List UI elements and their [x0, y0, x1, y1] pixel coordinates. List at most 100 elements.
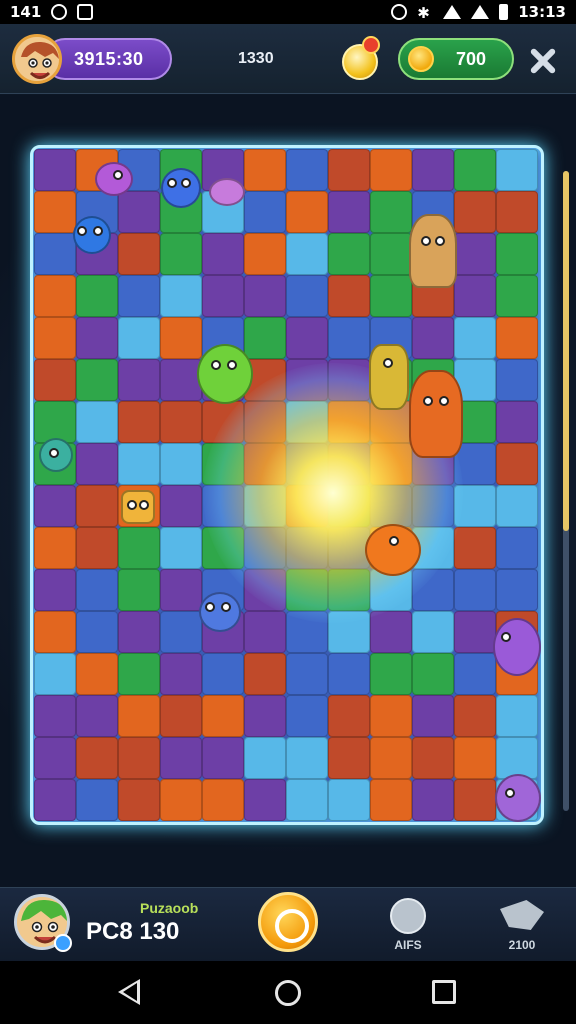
puzzle-tile[interactable]: [412, 737, 454, 779]
puzzle-tile[interactable]: [34, 737, 76, 779]
puzzle-tile[interactable]: [454, 485, 496, 527]
puzzle-tile[interactable]: [118, 569, 160, 611]
puzzle-tile[interactable]: [34, 611, 76, 653]
puzzle-tile[interactable]: [160, 695, 202, 737]
puzzle-tile[interactable]: [286, 695, 328, 737]
puzzle-tile[interactable]: [328, 653, 370, 695]
puzzle-tile[interactable]: [118, 653, 160, 695]
puzzle-tile[interactable]: [34, 485, 76, 527]
puzzle-tile[interactable]: [454, 653, 496, 695]
puzzle-tile[interactable]: [370, 737, 412, 779]
puzzle-tile[interactable]: [76, 485, 118, 527]
puzzle-tile[interactable]: [34, 527, 76, 569]
puzzle-tile[interactable]: [160, 653, 202, 695]
puzzle-tile[interactable]: [76, 275, 118, 317]
puzzle-tile[interactable]: [370, 611, 412, 653]
puzzle-tile[interactable]: [160, 317, 202, 359]
puzzle-board[interactable]: [30, 145, 544, 825]
puzzle-tile[interactable]: [286, 611, 328, 653]
puzzle-tile[interactable]: [328, 191, 370, 233]
purple-creature[interactable]: [495, 774, 541, 822]
puzzle-tile[interactable]: [34, 779, 76, 821]
puzzle-tile[interactable]: [244, 695, 286, 737]
puzzle-tile[interactable]: [34, 149, 76, 191]
puzzle-tile[interactable]: [160, 737, 202, 779]
puzzle-tile[interactable]: [370, 653, 412, 695]
puzzle-tile[interactable]: [160, 569, 202, 611]
puzzle-tile[interactable]: [454, 149, 496, 191]
play-power-button[interactable]: [258, 892, 318, 952]
blue-creature[interactable]: [199, 592, 241, 632]
puzzle-tile[interactable]: [34, 695, 76, 737]
puzzle-tile[interactable]: [412, 695, 454, 737]
puzzle-tile[interactable]: [202, 485, 244, 527]
puzzle-tile[interactable]: [286, 485, 328, 527]
puzzle-tile[interactable]: [286, 149, 328, 191]
puzzle-tile[interactable]: [76, 443, 118, 485]
puzzle-tile[interactable]: [76, 779, 118, 821]
puzzle-tile[interactable]: [286, 275, 328, 317]
puzzle-tile[interactable]: [244, 653, 286, 695]
puzzle-tile[interactable]: [202, 527, 244, 569]
puzzle-tile[interactable]: [76, 359, 118, 401]
coin-balance-pill[interactable]: 700: [398, 38, 514, 80]
puzzle-tile[interactable]: [412, 779, 454, 821]
puzzle-tile[interactable]: [370, 191, 412, 233]
puzzle-tile[interactable]: [328, 149, 370, 191]
puzzle-tile[interactable]: [496, 443, 538, 485]
puzzle-tile[interactable]: [454, 527, 496, 569]
puzzle-tile[interactable]: [286, 569, 328, 611]
puzzle-tile[interactable]: [34, 275, 76, 317]
puzzle-tile[interactable]: [160, 359, 202, 401]
puzzle-tile[interactable]: [496, 149, 538, 191]
puzzle-tile[interactable]: [202, 401, 244, 443]
puzzle-tile[interactable]: [244, 737, 286, 779]
puzzle-tile[interactable]: [286, 527, 328, 569]
orange-fish-creature[interactable]: [365, 524, 421, 576]
teal-creature[interactable]: [39, 438, 73, 472]
puzzle-tile[interactable]: [328, 359, 370, 401]
puzzle-tile[interactable]: [496, 569, 538, 611]
puzzle-tile[interactable]: [328, 695, 370, 737]
puzzle-tile[interactable]: [370, 779, 412, 821]
puzzle-tile[interactable]: [454, 191, 496, 233]
player-avatar[interactable]: [12, 34, 62, 84]
puzzle-tile[interactable]: [496, 275, 538, 317]
rewards-button[interactable]: 2100: [496, 896, 548, 954]
puzzle-tile[interactable]: [160, 611, 202, 653]
puzzle-tile[interactable]: [496, 359, 538, 401]
puzzle-tile[interactable]: [160, 401, 202, 443]
puzzle-tile[interactable]: [118, 191, 160, 233]
close-button[interactable]: [524, 42, 562, 80]
puzzle-tile[interactable]: [370, 149, 412, 191]
puzzle-tile[interactable]: [454, 233, 496, 275]
pink-creature[interactable]: [209, 178, 245, 206]
puzzle-tile[interactable]: [412, 653, 454, 695]
puzzle-tile[interactable]: [34, 359, 76, 401]
puzzle-tile[interactable]: [160, 443, 202, 485]
puzzle-tile[interactable]: [34, 317, 76, 359]
blue-creature[interactable]: [161, 168, 201, 208]
puzzle-tile[interactable]: [202, 443, 244, 485]
puzzle-tile[interactable]: [118, 233, 160, 275]
puzzle-tile[interactable]: [76, 695, 118, 737]
puzzle-tile[interactable]: [454, 569, 496, 611]
puzzle-tile[interactable]: [286, 737, 328, 779]
puzzle-tile[interactable]: [202, 695, 244, 737]
puzzle-tile[interactable]: [244, 485, 286, 527]
puzzle-tile[interactable]: [328, 401, 370, 443]
puzzle-tile[interactable]: [244, 233, 286, 275]
puzzle-tile[interactable]: [412, 611, 454, 653]
puzzle-tile[interactable]: [412, 149, 454, 191]
puzzle-tile[interactable]: [286, 401, 328, 443]
puzzle-tile[interactable]: [118, 611, 160, 653]
puzzle-tile[interactable]: [454, 695, 496, 737]
puzzle-tile[interactable]: [370, 233, 412, 275]
orange-hair-character[interactable]: [409, 370, 463, 458]
puzzle-tile[interactable]: [202, 653, 244, 695]
puzzle-tile[interactable]: [118, 737, 160, 779]
puzzle-tile[interactable]: [286, 359, 328, 401]
recent-apps-icon[interactable]: [432, 980, 456, 1004]
puzzle-tile[interactable]: [496, 695, 538, 737]
puzzle-tile[interactable]: [496, 191, 538, 233]
